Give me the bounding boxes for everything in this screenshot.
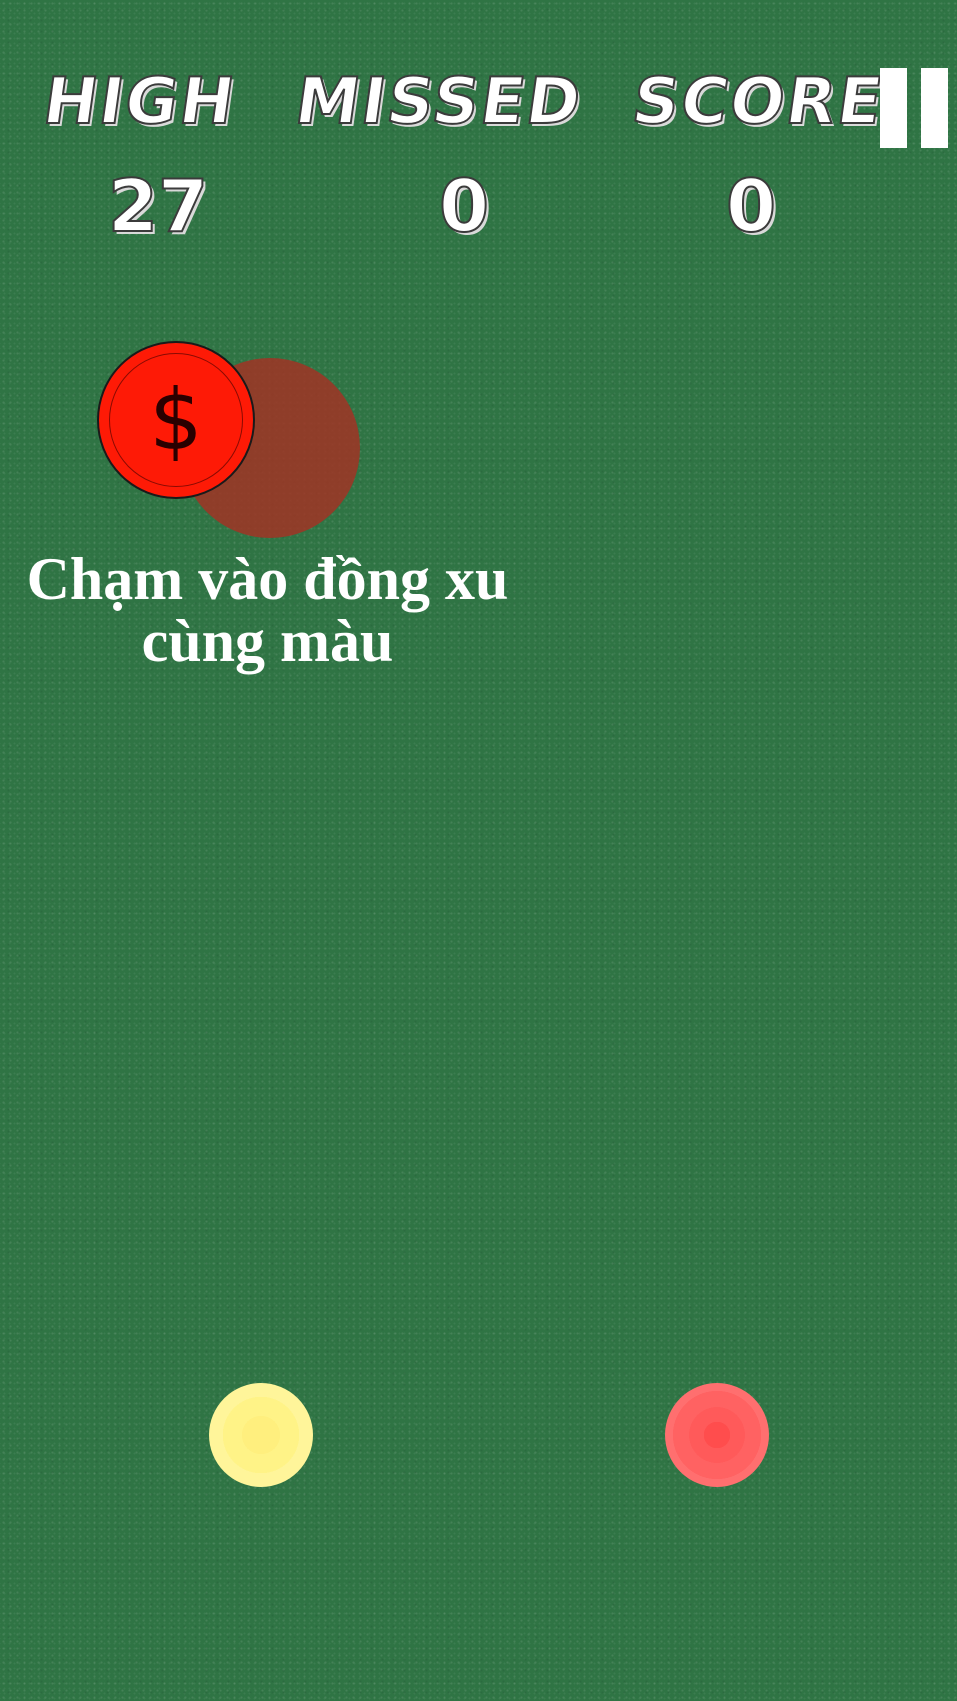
missed-label: MISSED — [290, 64, 588, 140]
instruction-line-2: cùng màu — [141, 608, 394, 674]
instruction-text: Chạm vào đồng xu cùng màu — [0, 548, 535, 672]
dollar-icon: $ — [149, 371, 203, 469]
yellow-target[interactable] — [209, 1383, 313, 1487]
high-score-value: 27 — [107, 164, 209, 248]
score-value: 0 — [725, 164, 777, 248]
missed-value: 0 — [438, 164, 490, 248]
score-label: SCORE — [627, 64, 890, 140]
coin[interactable]: $ — [97, 341, 255, 499]
high-label: HIGH — [38, 64, 242, 140]
instruction-line-1: Chạm vào đồng xu — [26, 546, 509, 612]
red-target[interactable] — [665, 1383, 769, 1487]
pause-button[interactable] — [880, 68, 948, 148]
